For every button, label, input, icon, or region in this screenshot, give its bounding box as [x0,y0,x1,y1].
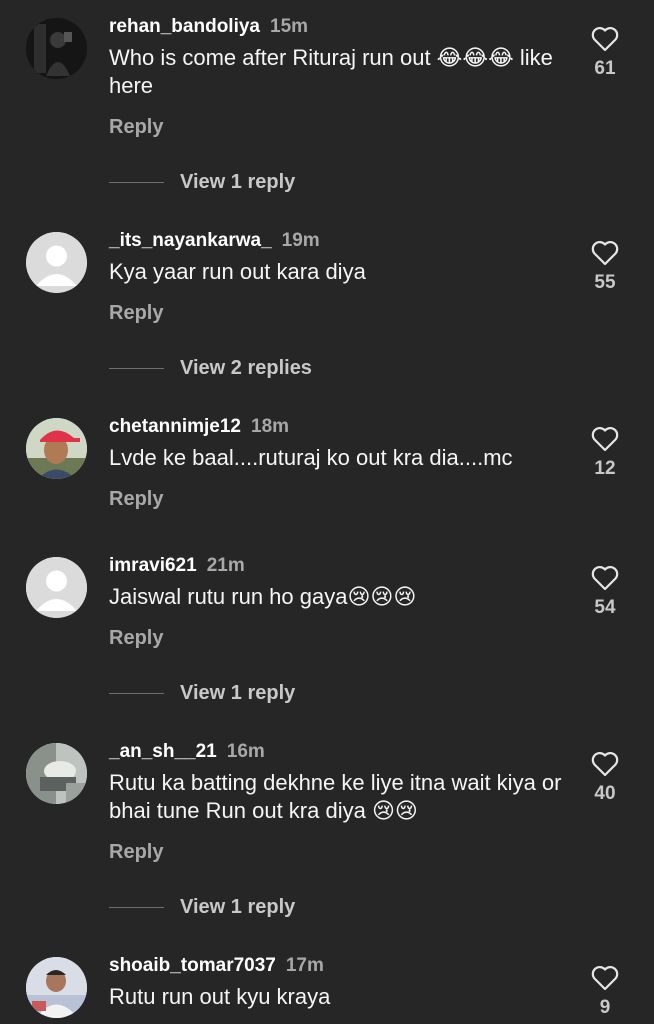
divider-line [109,368,164,370]
heart-icon [591,752,619,777]
divider-line [109,693,164,695]
timestamp: 18m [251,416,290,437]
view-replies-label: View 1 reply [180,896,296,918]
reply-button[interactable]: Reply [109,839,163,865]
view-replies-button[interactable]: View 1 reply [109,893,295,921]
timestamp: 15m [270,16,309,37]
comment-meta: _an_sh__21 16m [109,739,265,765]
like-button[interactable]: 61 [585,26,625,80]
username[interactable]: rehan_bandoliya [109,16,260,37]
avatar-image [26,418,87,479]
comment-meta: imravi621 21m [109,553,245,579]
heart-icon [591,241,619,266]
reply-button[interactable]: Reply [109,625,163,651]
username[interactable]: _its_nayankarwa_ [109,230,272,251]
view-replies-label: View 1 reply [180,682,296,704]
view-replies-button[interactable]: View 2 replies [109,354,312,382]
username[interactable]: shoaib_tomar7037 [109,955,276,976]
like-count: 9 [599,997,611,1018]
view-replies-label: View 2 replies [180,357,312,379]
comment-meta: chetannimje12 18m [109,414,289,440]
comment-text: Jaiswal rutu run ho gaya😢😢😢 [109,584,417,609]
like-count: 55 [594,272,616,293]
avatar[interactable] [26,957,87,1018]
avatar[interactable] [26,18,87,79]
like-count: 40 [594,783,616,804]
heart-icon [591,27,619,52]
divider-line [109,907,164,909]
avatar-image [26,957,87,1018]
heart-icon [591,966,619,991]
avatar-image [26,743,87,804]
heart-icon [591,427,619,452]
divider-line [109,182,164,184]
avatar-image [26,18,87,79]
username[interactable]: imravi621 [109,555,197,576]
view-replies-button[interactable]: View 1 reply [109,168,295,196]
username[interactable]: chetannimje12 [109,416,241,437]
default-avatar-icon [26,557,87,618]
avatar[interactable] [26,418,87,479]
comment-text: Rutu ka batting dekhne ke liye itna wait… [109,770,562,823]
comment-meta: shoaib_tomar7037 17m [109,953,324,979]
reply-button[interactable]: Reply [109,114,163,140]
like-count: 12 [594,458,616,479]
like-button[interactable]: 55 [585,240,625,294]
comments-screen: rehan_bandoliya 15m Who is come after Rit… [0,0,654,1024]
comment-meta: _its_nayankarwa_ 19m [109,228,320,254]
view-replies-label: View 1 reply [180,171,296,193]
timestamp: 17m [285,955,324,976]
reply-button[interactable]: Reply [109,486,163,512]
username[interactable]: _an_sh__21 [109,741,217,762]
like-button[interactable]: 40 [585,751,625,805]
default-avatar-icon [26,232,87,293]
like-button[interactable]: 12 [585,426,625,480]
reply-button[interactable]: Reply [109,300,163,326]
comment-meta: rehan_bandoliya 15m [109,14,308,40]
like-button[interactable]: 9 [585,965,625,1019]
like-count: 54 [594,597,616,618]
timestamp: 16m [226,741,265,762]
timestamp: 19m [281,230,320,251]
avatar[interactable] [26,743,87,804]
heart-icon [591,566,619,591]
like-button[interactable]: 54 [585,565,625,619]
comment-text: Lvde ke baal....ruturaj ko out kra dia..… [109,445,513,470]
comment-text: Who is come after Rituraj run out 😂😂😂 li… [109,45,553,98]
avatar[interactable] [26,557,87,618]
comment-text: Rutu run out kyu kraya [109,984,331,1009]
view-replies-button[interactable]: View 1 reply [109,679,295,707]
comment-text: Kya yaar run out kara diya [109,259,366,284]
timestamp: 21m [206,555,245,576]
like-count: 61 [594,58,616,79]
avatar[interactable] [26,232,87,293]
